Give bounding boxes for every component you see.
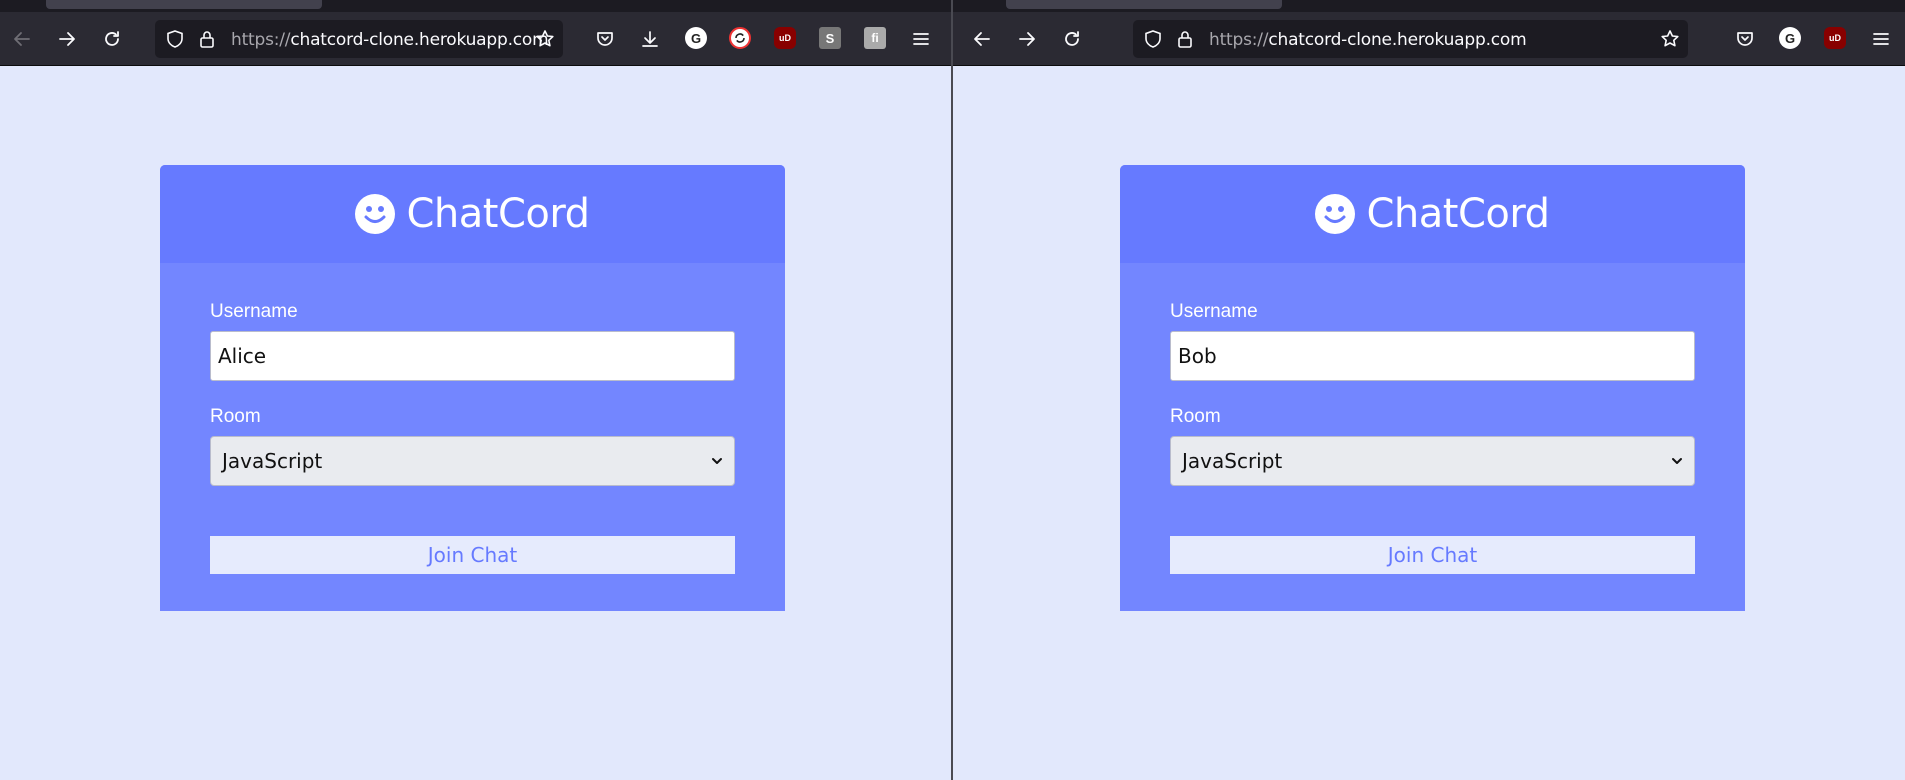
url-scheme: https:// xyxy=(231,30,291,50)
bookmark-star-icon[interactable] xyxy=(1660,29,1680,49)
room-label: Room xyxy=(1170,406,1221,427)
tab-strip xyxy=(0,0,951,12)
address-bar[interactable]: https://chatcord-clone.herokuapp.com xyxy=(1133,20,1688,58)
room-select-value: JavaScript xyxy=(1182,449,1283,473)
room-select-value: JavaScript xyxy=(222,449,323,473)
browser-tab[interactable] xyxy=(1006,0,1282,9)
card-header: ChatCord xyxy=(1120,165,1745,263)
reload-icon[interactable] xyxy=(98,25,126,53)
pocket-icon[interactable] xyxy=(591,25,619,53)
app-title: ChatCord xyxy=(1366,191,1550,237)
chevron-down-icon xyxy=(712,458,722,464)
download-icon[interactable] xyxy=(636,25,664,53)
lock-icon[interactable] xyxy=(197,29,217,49)
card-header: ChatCord xyxy=(160,165,785,263)
browser-tab[interactable] xyxy=(46,0,322,9)
forward-icon[interactable] xyxy=(53,25,81,53)
username-label: Username xyxy=(1170,301,1258,322)
menu-icon[interactable] xyxy=(907,25,935,53)
back-icon[interactable] xyxy=(968,25,996,53)
smiley-icon xyxy=(355,194,396,234)
chevron-down-icon xyxy=(1672,458,1682,464)
forward-icon[interactable] xyxy=(1013,25,1041,53)
login-card: ChatCord Username Alice Room JavaScript … xyxy=(160,165,785,611)
shield-icon[interactable] xyxy=(1143,29,1163,49)
username-label: Username xyxy=(210,301,298,322)
s-extension-icon[interactable]: S xyxy=(819,27,841,49)
smiley-icon xyxy=(1315,194,1356,234)
url-host: chatcord-clone.herokuapp.com xyxy=(290,30,549,50)
lock-icon[interactable] xyxy=(1175,29,1195,49)
browser-window-left: https://chatcord-clone.herokuapp.com G u… xyxy=(0,0,951,780)
username-input[interactable]: Alice xyxy=(210,331,735,381)
shield-icon[interactable] xyxy=(165,29,185,49)
url-text: https://chatcord-clone.herokuapp.com xyxy=(231,30,549,50)
ublock-origin-icon[interactable]: uD xyxy=(1824,27,1846,49)
url-scheme: https:// xyxy=(1209,30,1269,50)
join-chat-button[interactable]: Join Chat xyxy=(210,536,735,574)
reload-icon[interactable] xyxy=(1058,25,1086,53)
url-host: chatcord-clone.herokuapp.com xyxy=(1268,30,1527,50)
browser-window-right: https://chatcord-clone.herokuapp.com G u… xyxy=(953,0,1905,780)
grammarly-extension-icon[interactable]: G xyxy=(685,27,707,49)
pocket-icon[interactable] xyxy=(1731,25,1759,53)
grammarly-extension-icon[interactable]: G xyxy=(1779,27,1801,49)
url-text: https://chatcord-clone.herokuapp.com xyxy=(1209,30,1527,50)
address-bar[interactable]: https://chatcord-clone.herokuapp.com xyxy=(155,20,563,58)
room-select[interactable]: JavaScript xyxy=(1170,436,1695,486)
browser-toolbar: https://chatcord-clone.herokuapp.com G u… xyxy=(953,12,1905,66)
browser-toolbar: https://chatcord-clone.herokuapp.com G u… xyxy=(0,12,951,66)
join-chat-button[interactable]: Join Chat xyxy=(1170,536,1695,574)
menu-icon[interactable] xyxy=(1867,25,1895,53)
app-title: ChatCord xyxy=(406,191,590,237)
tab-strip xyxy=(953,0,1905,12)
ublock-origin-icon[interactable]: uD xyxy=(774,27,796,49)
room-select[interactable]: JavaScript xyxy=(210,436,735,486)
sync-extension-icon[interactable] xyxy=(729,27,751,49)
room-label: Room xyxy=(210,406,261,427)
fi-extension-icon[interactable]: fi xyxy=(864,27,886,49)
bookmark-star-icon[interactable] xyxy=(535,29,555,49)
login-card: ChatCord Username Bob Room JavaScript Jo… xyxy=(1120,165,1745,611)
back-icon[interactable] xyxy=(8,25,36,53)
username-input[interactable]: Bob xyxy=(1170,331,1695,381)
